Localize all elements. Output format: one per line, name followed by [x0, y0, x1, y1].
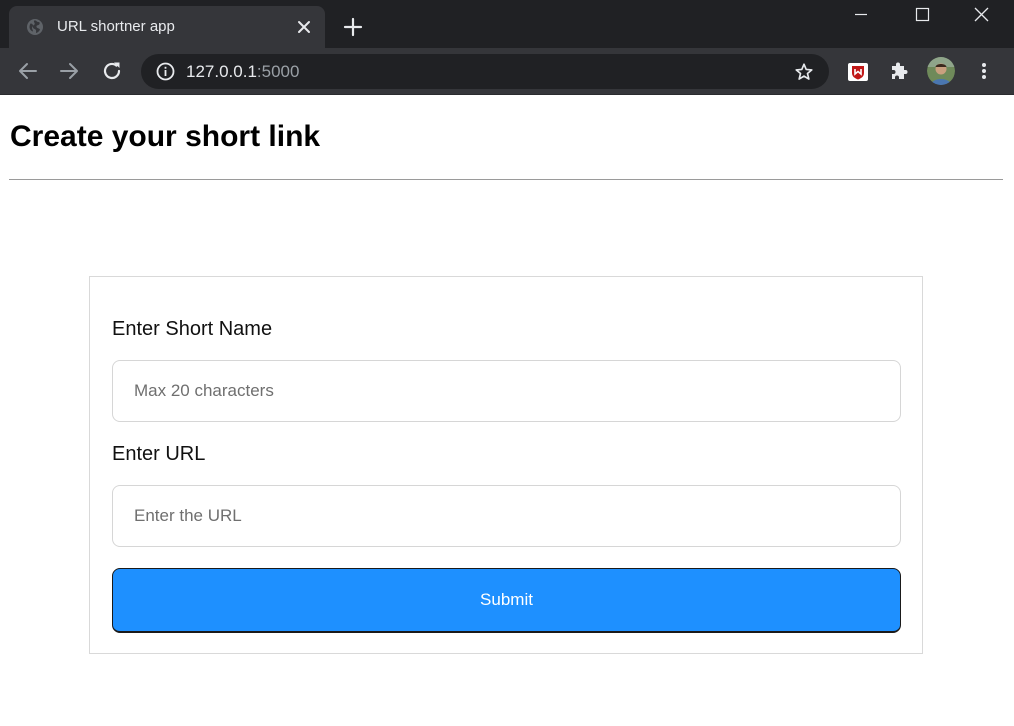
- submit-button[interactable]: Submit: [112, 568, 901, 633]
- url-port: :5000: [256, 62, 300, 81]
- page-content: Create your short link Enter Short Name …: [0, 95, 1014, 726]
- globe-icon: [27, 19, 43, 35]
- forward-arrow-icon[interactable]: [57, 59, 81, 83]
- close-icon[interactable]: [958, 0, 1004, 30]
- divider: [9, 179, 1003, 180]
- short-name-label: Enter Short Name: [112, 318, 273, 340]
- puzzle-icon[interactable]: [888, 60, 910, 82]
- url-host: 127.0.0.1: [186, 62, 257, 81]
- info-icon[interactable]: [156, 62, 175, 81]
- url-input[interactable]: [112, 485, 901, 547]
- browser-menu-icon[interactable]: [973, 60, 995, 82]
- url-text[interactable]: 127.0.0.1:5000: [186, 62, 299, 81]
- browser-tab[interactable]: URL shortner app: [9, 6, 325, 49]
- browser-titlebar: URL shortner app: [0, 0, 1014, 49]
- minimize-icon[interactable]: [838, 0, 884, 30]
- reload-icon[interactable]: [100, 59, 124, 83]
- tab-title: URL shortner app: [57, 18, 175, 35]
- mcafee-icon[interactable]: [847, 61, 869, 83]
- address-bar[interactable]: 127.0.0.1:5000: [141, 54, 829, 89]
- new-tab-icon[interactable]: [343, 17, 363, 37]
- short-link-form: Enter Short Name Enter URL Submit: [89, 276, 923, 654]
- back-arrow-icon[interactable]: [16, 59, 40, 83]
- profile-avatar[interactable]: [927, 57, 955, 85]
- maximize-icon[interactable]: [899, 0, 945, 30]
- url-label: Enter URL: [112, 443, 206, 465]
- browser-toolbar: 127.0.0.1:5000: [0, 48, 1014, 95]
- bookmark-star-icon[interactable]: [793, 61, 815, 83]
- page-title: Create your short link: [10, 120, 321, 153]
- short-name-input[interactable]: [112, 360, 901, 422]
- tab-close-icon[interactable]: [295, 18, 313, 36]
